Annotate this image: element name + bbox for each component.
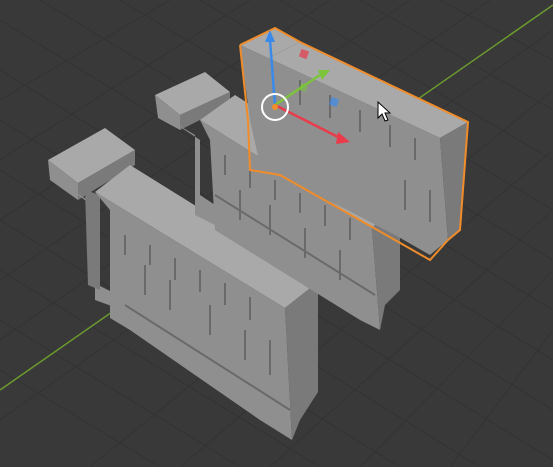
origin-point — [272, 104, 278, 110]
3d-viewport[interactable] — [0, 0, 553, 467]
